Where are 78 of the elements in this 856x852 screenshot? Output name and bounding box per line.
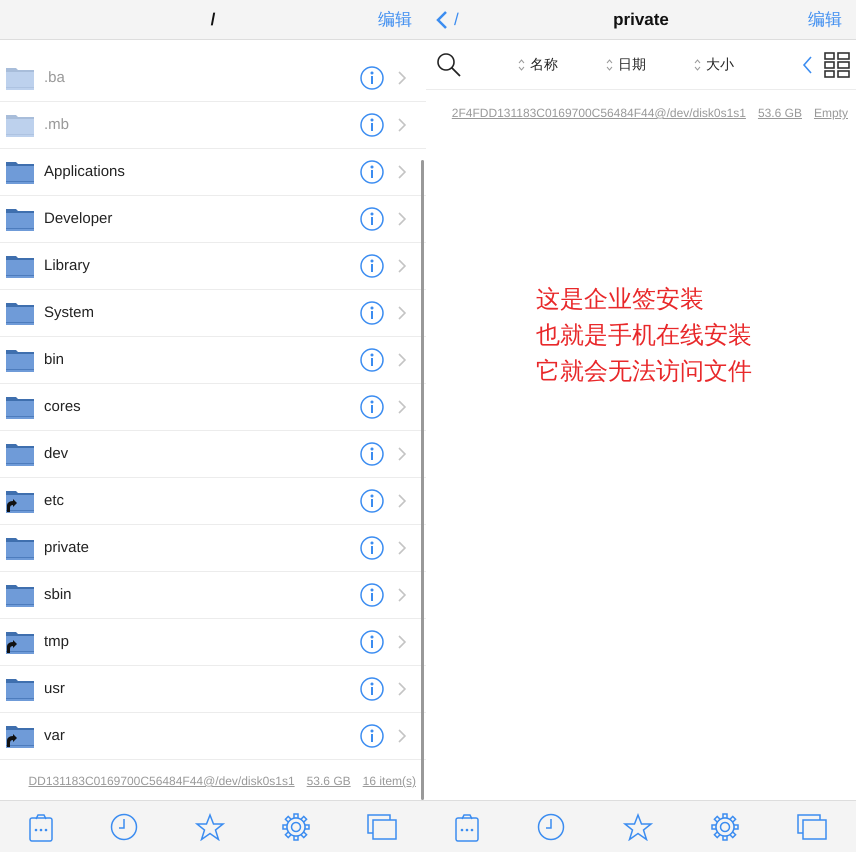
clipboard-icon[interactable] — [28, 812, 53, 842]
chevron-icon — [398, 259, 406, 273]
file-name: private — [44, 538, 90, 558]
file-row[interactable]: Applications — [0, 149, 426, 196]
sort-icon — [606, 58, 613, 70]
star-icon[interactable] — [194, 812, 225, 840]
panel-title: / — [210, 8, 216, 31]
chevron-icon — [398, 306, 406, 320]
chevron-icon — [398, 682, 406, 696]
panel-title: private — [613, 8, 669, 31]
grid-view-icon[interactable] — [824, 52, 850, 78]
star-icon[interactable] — [623, 812, 653, 840]
info-icon[interactable] — [360, 66, 384, 90]
file-name: Library — [44, 256, 90, 276]
file-name: bin — [44, 350, 64, 370]
info-icon[interactable] — [360, 395, 384, 419]
disk-path: DD131183C0169700C56484F44@/dev/disk0s1s1 — [28, 773, 295, 790]
sort-button[interactable]: 名称 — [518, 54, 558, 75]
info-icon[interactable] — [360, 207, 384, 231]
sort-icon — [518, 58, 525, 70]
annotation-text: 也就是手机在线安装 — [536, 321, 753, 351]
file-name: sbin — [44, 584, 72, 605]
file-name: tmp — [44, 632, 70, 652]
info-icon[interactable] — [360, 630, 384, 654]
settings-icon[interactable] — [282, 812, 310, 840]
chevron-icon[interactable] — [802, 56, 812, 74]
sort-icon — [694, 58, 701, 70]
file-name: .ba — [44, 68, 65, 88]
chevron-icon — [398, 212, 406, 226]
chevron-icon — [398, 729, 406, 743]
annotation-text: 这是企业签安装 — [536, 285, 705, 315]
windows-icon[interactable] — [797, 814, 827, 840]
sort-button[interactable]: 大小 — [694, 54, 734, 75]
scroll-bar[interactable] — [421, 160, 424, 800]
chevron-icon — [398, 353, 406, 367]
info-icon[interactable] — [360, 489, 384, 513]
info-icon[interactable] — [360, 442, 384, 466]
info-icon[interactable] — [360, 677, 384, 701]
chevron-icon — [398, 541, 406, 555]
chevron-icon — [398, 447, 406, 461]
info-icon[interactable] — [360, 536, 384, 560]
info-icon[interactable] — [360, 113, 384, 137]
search-icon[interactable] — [436, 52, 462, 78]
chevron-icon — [398, 71, 406, 85]
file-name: dev — [44, 444, 68, 464]
clock-icon[interactable] — [537, 812, 565, 840]
info-icon[interactable] — [360, 254, 384, 278]
info-icon[interactable] — [360, 724, 384, 748]
file-name: System — [44, 302, 94, 323]
chevron-icon — [398, 635, 406, 649]
info-icon[interactable] — [360, 160, 384, 184]
disk-size: 53.6 GB — [758, 105, 802, 122]
chevron-icon — [398, 165, 406, 179]
file-name: Developer — [44, 208, 112, 229]
file-name: Applications — [44, 162, 125, 182]
clipboard-icon[interactable] — [455, 812, 479, 842]
chevron-icon — [398, 588, 406, 602]
file-name: usr — [44, 678, 65, 699]
item-count: Empty — [814, 105, 848, 122]
chevron-icon — [398, 400, 406, 414]
chevron-icon — [398, 494, 406, 508]
disk-size: 53.6 GB — [306, 773, 351, 790]
sort-button[interactable]: 日期 — [606, 54, 646, 75]
info-icon[interactable] — [360, 583, 384, 607]
windows-icon[interactable] — [367, 814, 398, 840]
disk-path: 2F4FDD131183C0169700C56484F44@/dev/disk0s1s1 — [452, 105, 746, 122]
back-icon — [436, 10, 448, 30]
settings-icon[interactable] — [711, 812, 739, 840]
clock-icon[interactable] — [110, 812, 138, 840]
file-name: .mb — [44, 114, 70, 135]
item-count: 16 item(s) — [362, 773, 416, 790]
chevron-icon — [398, 118, 406, 132]
file-name: cores — [44, 396, 81, 417]
file-name: etc — [44, 490, 64, 511]
info-icon[interactable] — [360, 348, 384, 372]
file-name: var — [44, 726, 65, 746]
info-icon[interactable] — [360, 301, 384, 325]
annotation-text: 它就会无法访问文件 — [536, 357, 753, 387]
